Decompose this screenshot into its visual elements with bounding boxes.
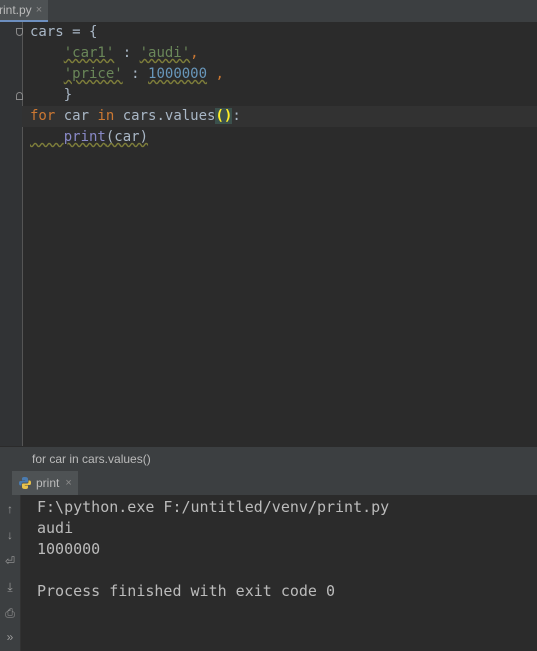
scroll-to-end-icon[interactable]: ⤓ — [2, 579, 18, 595]
code-token: = { — [63, 24, 98, 40]
code-line-4: } — [30, 85, 537, 106]
soft-wrap-icon[interactable]: ⏎ — [2, 553, 18, 569]
print-icon[interactable]: ⎙ — [2, 605, 18, 621]
number-token: 1000000 — [148, 66, 208, 82]
code-token: : — [114, 45, 140, 61]
string-token: 'car1' — [63, 45, 115, 61]
editor-tab-strip: rint.py × — [0, 0, 537, 23]
code-editor[interactable]: cars = { 'car1' : 'audi', 'price' : 1000… — [0, 22, 537, 446]
breadcrumb[interactable]: for car in cars.values() — [0, 446, 537, 472]
console-line: Process finished with exit code 0 — [37, 582, 336, 600]
string-token: 'audi' — [139, 45, 191, 61]
fold-end-icon[interactable] — [16, 92, 23, 100]
console-line: 1000000 — [37, 540, 101, 558]
console-line: audi — [37, 519, 74, 537]
editor-gutter — [0, 22, 23, 446]
builtin-token: print — [63, 129, 106, 145]
var-cars: cars — [30, 24, 64, 40]
code-token: : — [122, 66, 149, 82]
keyword-token: in — [97, 108, 115, 124]
code-token: cars.values — [114, 108, 216, 124]
code-line-3: 'price' : 1000000 , — [30, 64, 537, 85]
console-output[interactable]: F:\python.exe F:/untitled/venv/print.py … — [21, 495, 537, 651]
run-toolbar: ↑ ↓ ⏎ ⤓ ⎙ » — [0, 495, 21, 651]
run-tab-label: print — [36, 476, 60, 490]
editor-tab-print-py[interactable]: rint.py × — [0, 0, 49, 22]
run-tab-print[interactable]: print × — [12, 471, 78, 495]
more-icon[interactable]: » — [2, 629, 18, 645]
code-token: : — [232, 108, 241, 124]
string-token: 'price' — [63, 66, 123, 82]
close-icon[interactable]: × — [36, 4, 42, 16]
code-token: car — [55, 108, 98, 124]
brace-token: } — [63, 87, 73, 103]
code-token: (car) — [105, 129, 149, 145]
comma-token: , — [215, 66, 224, 82]
code-line-5: for car in cars.values(): — [22, 106, 537, 127]
up-arrow-icon[interactable]: ↑ — [2, 501, 18, 517]
fold-start-icon[interactable] — [16, 28, 23, 36]
close-icon[interactable]: × — [65, 477, 71, 489]
code-line-6: print(car) — [30, 127, 537, 148]
console-line: F:\python.exe F:/untitled/venv/print.py — [37, 498, 390, 516]
editor-tab-label: rint.py — [0, 3, 32, 17]
code-area[interactable]: cars = { 'car1' : 'audi', 'price' : 1000… — [22, 22, 537, 148]
keyword-token: for — [30, 108, 56, 124]
run-panel-header: print × — [0, 471, 537, 496]
code-line-2: 'car1' : 'audi', — [30, 43, 537, 64]
comma-token: , — [190, 45, 199, 61]
matched-parens: () — [215, 108, 233, 124]
breadcrumb-item[interactable]: for car in cars.values() — [32, 452, 151, 466]
code-line-1: cars = { — [30, 22, 537, 43]
python-icon — [19, 477, 31, 489]
down-arrow-icon[interactable]: ↓ — [2, 527, 18, 543]
